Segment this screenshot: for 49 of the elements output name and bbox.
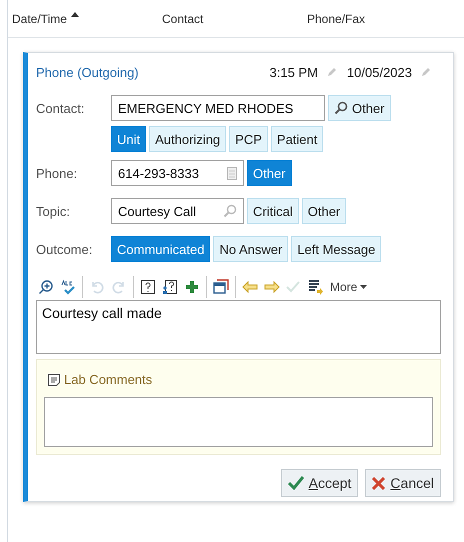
column-header[interactable]: Contact — [162, 12, 204, 26]
search-icon — [334, 101, 348, 115]
field-label: Outcome: — [36, 242, 94, 256]
edit-time-icon[interactable] — [326, 67, 337, 78]
card-title: Phone (Outgoing) — [36, 65, 140, 80]
date-text: 10/05/2023 — [346, 65, 412, 80]
option-button[interactable]: Communicated — [111, 236, 210, 262]
right-arrow-icon[interactable] — [264, 279, 280, 295]
field-label: Phone: — [36, 166, 78, 180]
calculator-icon[interactable] — [227, 166, 237, 180]
sort-arrow-icon — [70, 12, 79, 16]
note-field[interactable]: Courtesy call made — [36, 300, 441, 354]
field-label: Contact: — [36, 100, 86, 116]
note-icon — [48, 374, 60, 386]
zoom-in-icon[interactable] — [38, 279, 54, 295]
option-button[interactable]: Unit — [111, 126, 146, 152]
list-arrow-icon[interactable] — [308, 279, 324, 295]
column-header[interactable]: Date/Time — [12, 12, 79, 26]
check-icon — [288, 476, 304, 490]
option-button[interactable]: Left Message — [291, 236, 382, 262]
option-button[interactable]: No Answer — [213, 236, 288, 262]
lab-comments-title: Lab Comments — [64, 372, 152, 387]
option-button[interactable]: PCP — [229, 126, 268, 152]
close-icon — [372, 476, 386, 490]
question-box-icon[interactable] — [140, 279, 156, 295]
cancel-button[interactable]: Cancel — [365, 469, 441, 497]
time-text: 3:15 PM — [270, 65, 318, 80]
lab-comments-field[interactable] — [44, 397, 433, 447]
plus-icon[interactable] — [184, 279, 200, 295]
accept-button[interactable]: Accept — [280, 469, 358, 497]
phone-field[interactable]: 614-293-8333 — [111, 160, 244, 186]
left-arrow-icon[interactable] — [242, 279, 258, 295]
other-button[interactable]: Other — [328, 95, 391, 121]
search-icon[interactable] — [223, 204, 237, 218]
person-question-icon[interactable] — [162, 279, 178, 295]
option-button[interactable]: Patient — [270, 126, 324, 152]
edit-date-icon[interactable] — [420, 67, 431, 78]
spellcheck-icon[interactable] — [60, 279, 76, 295]
option-button[interactable]: Critical — [247, 198, 299, 224]
option-button[interactable]: Authorizing — [149, 126, 226, 152]
contact-field[interactable]: EMERGENCY MED RHODES — [111, 95, 325, 121]
topic-field[interactable]: Courtesy Call — [111, 198, 244, 224]
column-header[interactable]: Phone/Fax — [307, 12, 366, 26]
option-button[interactable]: Other — [302, 198, 346, 224]
caret-icon — [360, 285, 368, 289]
field-label: Topic: — [36, 204, 71, 218]
more-menu-button[interactable]: More — [330, 280, 368, 294]
windows-icon[interactable] — [213, 279, 229, 295]
option-button[interactable]: Other — [247, 160, 292, 186]
